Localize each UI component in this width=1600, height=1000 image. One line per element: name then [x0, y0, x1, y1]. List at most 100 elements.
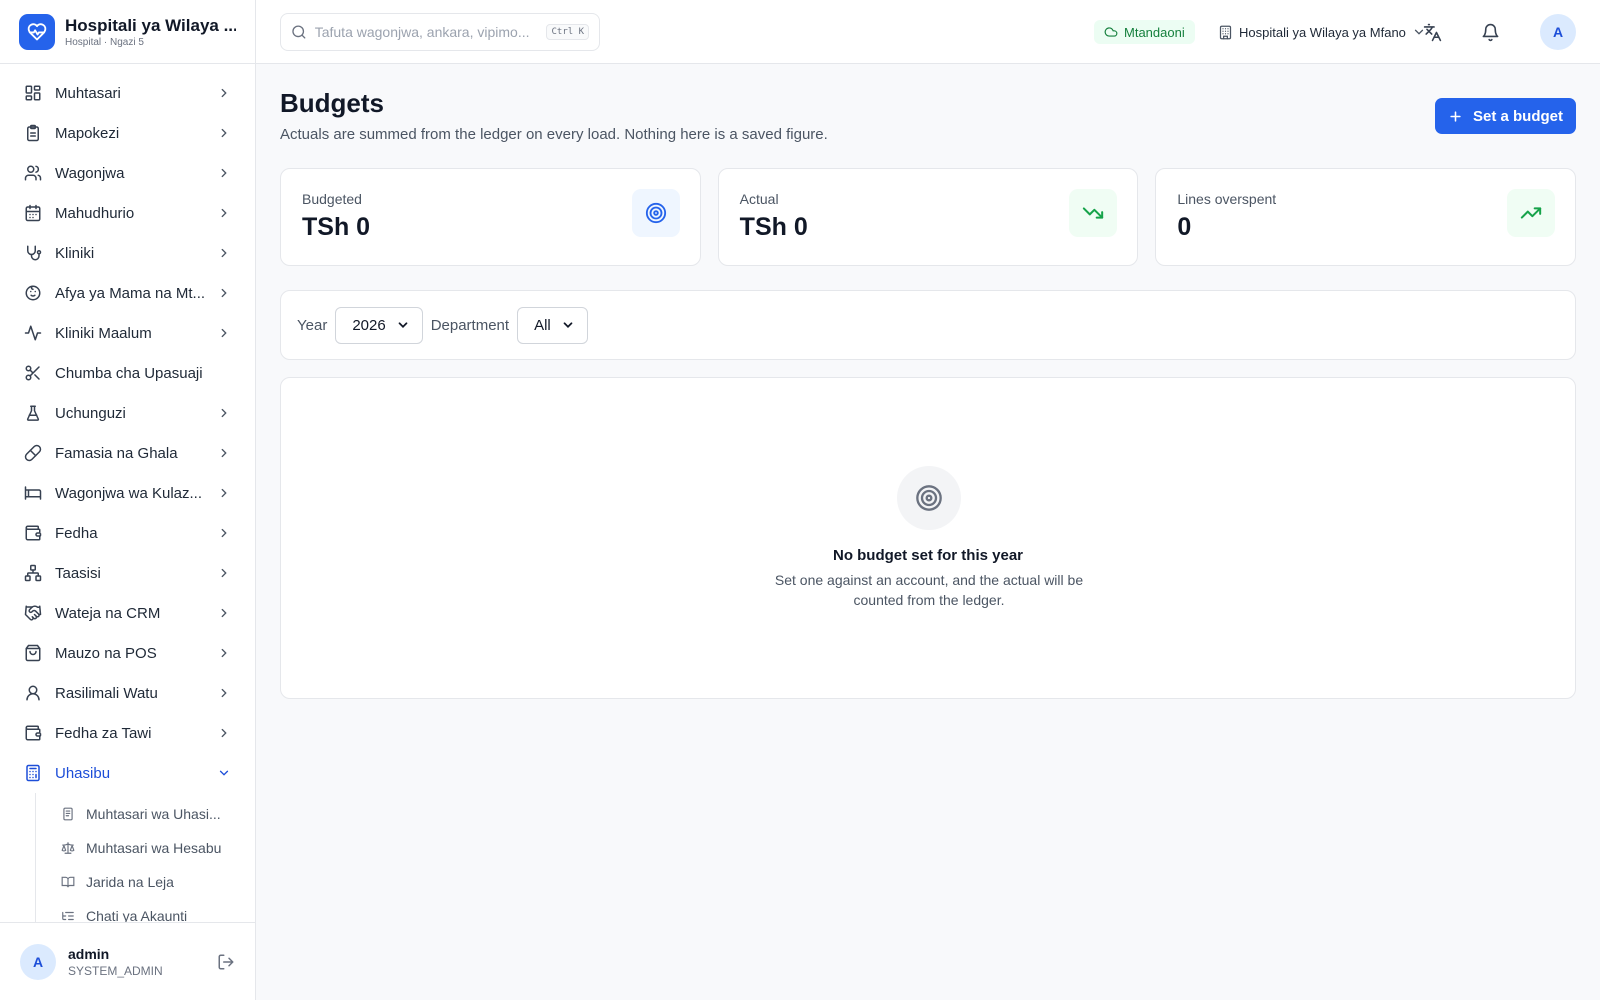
topbar: Ctrl K Mtandaoni Hospitali ya Wilaya ya … [256, 0, 1600, 64]
list-tree-icon [62, 911, 74, 921]
stethoscope-icon [27, 245, 42, 261]
target-icon [631, 189, 680, 237]
chevron-right-icon [221, 568, 227, 578]
submenu-item-label: Muhtasari wa Hesabu [86, 840, 222, 856]
sidebar-item-label: Wagonjwa wa Kulaz... [55, 484, 203, 502]
submenu-item-label: Chati ya Akaunti [86, 908, 188, 922]
department-select[interactable]: All [517, 306, 588, 344]
submenu-item-muhtasari-wa-uhasibu[interactable]: Muhtasari wa Uhasi... [36, 797, 255, 831]
page-subtitle: Actuals are summed from the ledger on ev… [280, 126, 828, 143]
stat-label: Lines overspent [1177, 191, 1277, 207]
sidebar-item-mapokezi[interactable]: Mapokezi [0, 113, 255, 153]
sidebar-item-famasia-na-ghala[interactable]: Famasia na Ghala [0, 433, 255, 473]
sidebar-item-uchunguzi[interactable]: Uchunguzi [0, 393, 255, 433]
receipt-icon [63, 807, 73, 821]
stat-value: 0 [1177, 213, 1192, 241]
submenu-item-label: Muhtasari wa Uhasi... [86, 806, 221, 822]
brand-header[interactable]: Hospitali ya Wilaya ... Hospital · Ngazi… [0, 0, 255, 64]
sidebar-item-rasilimali-watu[interactable]: Rasilimali Watu [0, 673, 255, 713]
stat-card-lines-overspent: Lines overspent 0 [1155, 168, 1577, 266]
department-filter-label: Department [430, 316, 510, 334]
sidebar-item-label: Muhtasari [55, 84, 121, 102]
calendar-icon [25, 204, 41, 222]
sidebar-item-label: Afya ya Mama na Mt... [55, 284, 206, 302]
sidebar-item-mahudhurio[interactable]: Mahudhurio [0, 193, 255, 233]
sidebar-item-muhtasari[interactable]: Muhtasari [0, 73, 255, 113]
sidebar-item-kliniki[interactable]: Kliniki [0, 233, 255, 273]
sidebar-item-label: Fedha [55, 524, 98, 542]
logout-icon[interactable] [217, 953, 235, 971]
shopping-bag-icon [25, 644, 41, 662]
brand-title: Hospitali ya Wilaya ... [65, 15, 236, 35]
year-select[interactable]: 2026 [335, 306, 423, 344]
sidebar-item-wagonjwa-wa-kulazwa[interactable]: Wagonjwa wa Kulaz... [0, 473, 255, 513]
sidebar-item-label: Kliniki [55, 244, 95, 262]
stat-card-actual: Actual TSh 0 [717, 168, 1139, 266]
sidebar-item-label: Mauzo na POS [55, 644, 157, 662]
sidebar-item-wateja-na-crm[interactable]: Wateja na CRM [0, 593, 255, 633]
chevron-right-icon [221, 528, 227, 538]
uhasibu-submenu: Muhtasari wa Uhasi... Muhtasari wa Hesab… [35, 793, 255, 922]
sidebar-item-chumba-cha-upasuaji[interactable]: Chumba cha Upasuaji [0, 353, 255, 393]
set-budget-button[interactable]: Set a budget [1435, 98, 1576, 134]
sidebar-item-mauzo-na-pos[interactable]: Mauzo na POS [0, 633, 255, 673]
sidebar-item-uhasibu[interactable]: Uhasibu [0, 753, 255, 793]
submenu-item-chati-ya-akaunti[interactable]: Chati ya Akaunti [36, 899, 255, 922]
user-role: SYSTEM_ADMIN [68, 963, 163, 978]
stat-card-budgeted: Budgeted TSh 0 [280, 168, 701, 266]
scale-icon [61, 842, 75, 854]
empty-state: No budget set for this year Set one agai… [280, 377, 1576, 699]
submenu-item-muhtasari-wa-hesabu[interactable]: Muhtasari wa Hesabu [36, 831, 255, 865]
sidebar-item-fedha[interactable]: Fedha [0, 513, 255, 553]
chevron-right-icon [221, 408, 227, 418]
chevron-right-icon [221, 208, 227, 218]
calculator-icon [26, 764, 40, 782]
bed-icon [24, 486, 42, 500]
sidebar-item-wagonjwa[interactable]: Wagonjwa [0, 153, 255, 193]
sidebar-item-kliniki-maalum[interactable]: Kliniki Maalum [0, 313, 255, 353]
sidebar-item-afya-ya-mama[interactable]: Afya ya Mama na Mt... [0, 273, 255, 313]
sidebar-item-label: Wateja na CRM [55, 604, 161, 622]
layout-grid-icon [25, 85, 41, 101]
trending-down-icon [1069, 189, 1118, 237]
chevron-right-icon [221, 128, 227, 138]
account-avatar[interactable]: A [1540, 14, 1576, 50]
chevron-right-icon [221, 248, 227, 258]
notifications-button[interactable] [1478, 20, 1502, 44]
global-search[interactable]: Ctrl K [280, 13, 600, 51]
stat-label: Actual [739, 191, 779, 207]
stats-cards: Budgeted TSh 0 Actual TSh 0 Lines oversp… [280, 168, 1577, 266]
sidebar-nav: Muhtasari Mapokezi Wagonjwa Mahudhurio K… [0, 64, 255, 922]
clipboard-icon [27, 124, 39, 142]
sidebar-item-label: Chumba cha Upasuaji [55, 364, 203, 382]
sidebar-item-label: Uchunguzi [55, 404, 126, 422]
empty-state-description: Set one against an account, and the actu… [774, 572, 1084, 608]
sidebar-item-label: Famasia na Ghala [55, 444, 178, 462]
language-button[interactable] [1420, 20, 1444, 44]
chevron-right-icon [221, 448, 227, 458]
user-avatar[interactable]: A [20, 943, 56, 980]
user-icon [26, 685, 40, 701]
pill-icon [24, 444, 42, 462]
chevron-down-icon [219, 770, 229, 776]
cloud-icon [1104, 27, 1118, 37]
languages-icon [1423, 23, 1441, 41]
search-input[interactable] [314, 24, 547, 40]
sidebar-item-label: Fedha za Tawi [55, 724, 152, 742]
search-shortcut-hint: Ctrl K [546, 24, 589, 40]
sidebar-item-fedha-za-tawi[interactable]: Fedha za Tawi [0, 713, 255, 753]
plus-icon [1450, 110, 1461, 122]
users-icon [24, 165, 42, 181]
sidebar-item-label: Kliniki Maalum [55, 324, 152, 342]
user-name: admin [68, 945, 110, 962]
organization-switcher[interactable]: Hospitali ya Wilaya ya Mfano [1218, 20, 1426, 44]
target-icon [897, 466, 961, 530]
chevron-right-icon [221, 488, 227, 498]
sidebar-item-taasisi[interactable]: Taasisi [0, 553, 255, 593]
chevron-right-icon [221, 88, 227, 98]
submenu-item-jarida-na-leja[interactable]: Jarida na Leja [36, 865, 255, 899]
network-icon [24, 564, 42, 582]
filters-bar: Year 2026 Department All [280, 290, 1576, 360]
bell-icon [1482, 23, 1498, 41]
chevron-right-icon [221, 728, 227, 738]
